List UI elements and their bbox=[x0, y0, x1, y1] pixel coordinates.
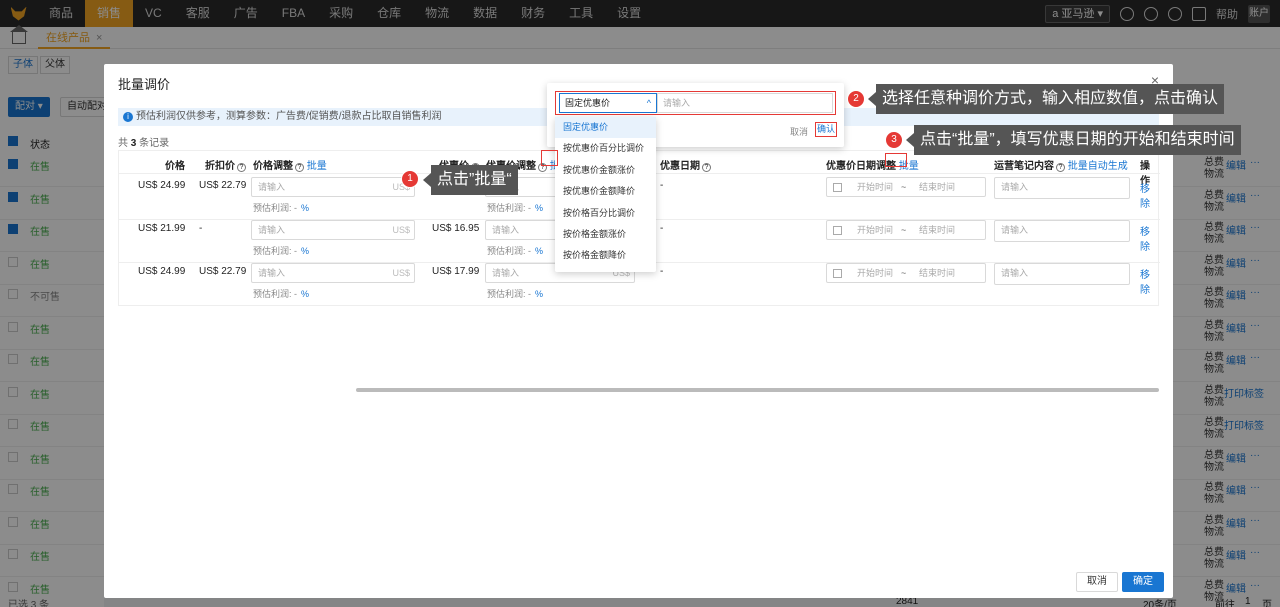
price-adjust-input[interactable]: 请输入 US$ bbox=[251, 177, 415, 197]
annotation-box-3 bbox=[885, 153, 907, 167]
cell-discount: - bbox=[199, 223, 203, 234]
note-textarea[interactable]: 请输入 bbox=[994, 177, 1130, 199]
cell-price: US$ 24.99 bbox=[138, 266, 186, 277]
dropdown-option[interactable]: 按价格金额涨价 bbox=[555, 224, 656, 245]
adjust-mode-dropdown: 固定优惠价 按优惠价百分比调价 按优惠价金额涨价 按优惠价金额降价 按价格百分比调价 按价… bbox=[555, 117, 656, 272]
sale-profit: 预估利润: -% bbox=[487, 246, 544, 256]
price-adjust-input[interactable]: 请输入 US$ bbox=[251, 263, 415, 283]
remove-link[interactable]: 移除 bbox=[1140, 266, 1158, 296]
chevron-up-icon: ^ bbox=[646, 98, 651, 108]
calendar-icon bbox=[833, 269, 842, 278]
price-adjust-input[interactable]: 请输入 US$ bbox=[251, 220, 415, 240]
cell-sale-price: US$ 16.95 bbox=[432, 223, 480, 234]
remove-link[interactable]: 移除 bbox=[1140, 180, 1158, 210]
record-count: 共 3 条记录 bbox=[118, 138, 170, 149]
cancel-button[interactable]: 取消 bbox=[1076, 572, 1118, 592]
callout-2: 选择任意种调价方式，输入相应数值，点击确认 bbox=[867, 84, 1225, 114]
confirm-button[interactable]: 确定 bbox=[1122, 572, 1164, 592]
sale-profit: 预估利润: -% bbox=[487, 203, 544, 213]
help-icon: ? bbox=[702, 163, 711, 172]
auto-note-link[interactable]: 批量自动生成 bbox=[1068, 161, 1128, 172]
step-badge-1: 1 bbox=[401, 170, 419, 188]
step-badge-3: 3 bbox=[885, 131, 903, 149]
callout-1: 点击”批量“ bbox=[423, 165, 518, 195]
annotation-box-1 bbox=[541, 150, 558, 166]
cell-price: US$ 24.99 bbox=[138, 180, 186, 191]
info-icon: i bbox=[123, 112, 133, 122]
dropdown-option[interactable]: 按价格百分比调价 bbox=[555, 203, 656, 224]
sale-date-range[interactable]: 开始时间 ~ 结束时间 bbox=[826, 220, 986, 240]
dropdown-option[interactable]: 按优惠价金额降价 bbox=[555, 181, 656, 202]
calendar-icon bbox=[833, 183, 842, 192]
sale-profit: 预估利润: -% bbox=[487, 289, 544, 299]
help-icon: ? bbox=[1056, 163, 1065, 172]
note-textarea[interactable]: 请输入 bbox=[994, 220, 1130, 242]
cell-sale-date: - bbox=[660, 223, 664, 234]
price-profit: 预估利润: -% bbox=[253, 246, 310, 256]
cell-sale-date: - bbox=[660, 266, 664, 277]
price-batch-link[interactable]: 批量 bbox=[307, 161, 327, 172]
header-price-adjust: 价格调整? 批量 bbox=[253, 161, 327, 172]
popover-cancel[interactable]: 取消 bbox=[790, 125, 808, 138]
price-profit: 预估利润: -% bbox=[253, 203, 310, 213]
dropdown-option[interactable]: 按优惠价百分比调价 bbox=[555, 138, 656, 159]
calendar-icon bbox=[833, 226, 842, 235]
horizontal-scrollbar[interactable] bbox=[356, 388, 1159, 392]
dropdown-option[interactable]: 固定优惠价 bbox=[555, 117, 656, 139]
header-sale-date: 优惠日期? bbox=[660, 157, 711, 172]
percent-icon[interactable]: % bbox=[535, 289, 543, 299]
percent-icon[interactable]: % bbox=[301, 246, 309, 256]
cell-sale-price: US$ 17.99 bbox=[432, 266, 480, 277]
sale-date-range[interactable]: 开始时间 ~ 结束时间 bbox=[826, 263, 986, 283]
help-icon: ? bbox=[295, 163, 304, 172]
step-badge-2: 2 bbox=[847, 90, 865, 108]
cell-sale-date: - bbox=[660, 180, 664, 191]
header-discount: 折扣价? bbox=[205, 157, 246, 172]
popover-confirm[interactable]: 确认 bbox=[815, 122, 837, 137]
price-profit: 预估利润: -% bbox=[253, 289, 310, 299]
percent-icon[interactable]: % bbox=[301, 203, 309, 213]
header-price: 价格 bbox=[165, 161, 185, 172]
callout-3: 点击“批量”，填写优惠日期的开始和结束时间 bbox=[906, 125, 1241, 155]
note-textarea[interactable]: 请输入 bbox=[994, 263, 1130, 285]
info-text: 预估利润仅供参考，测算参数：广告费/促销费/退款占比取自销售利润 bbox=[136, 111, 442, 122]
cell-discount: US$ 22.79 bbox=[199, 180, 247, 191]
adjust-mode-select[interactable]: 固定优惠价 ^ bbox=[559, 93, 657, 113]
modal-title: 批量调价 bbox=[118, 77, 171, 92]
percent-icon[interactable]: % bbox=[535, 246, 543, 256]
adjust-value-input[interactable]: 请输入 bbox=[657, 93, 833, 113]
remove-link[interactable]: 移除 bbox=[1140, 223, 1158, 253]
sale-date-range[interactable]: 开始时间 ~ 结束时间 bbox=[826, 177, 986, 197]
header-note: 运营笔记内容? 批量自动生成 bbox=[994, 161, 1128, 172]
dropdown-option[interactable]: 按价格金额降价 bbox=[555, 245, 656, 266]
percent-icon[interactable]: % bbox=[301, 289, 309, 299]
cell-price: US$ 21.99 bbox=[138, 223, 186, 234]
help-icon: ? bbox=[237, 163, 246, 172]
percent-icon[interactable]: % bbox=[535, 203, 543, 213]
cell-discount: US$ 22.79 bbox=[199, 266, 247, 277]
dropdown-option[interactable]: 按优惠价金额涨价 bbox=[555, 160, 656, 181]
